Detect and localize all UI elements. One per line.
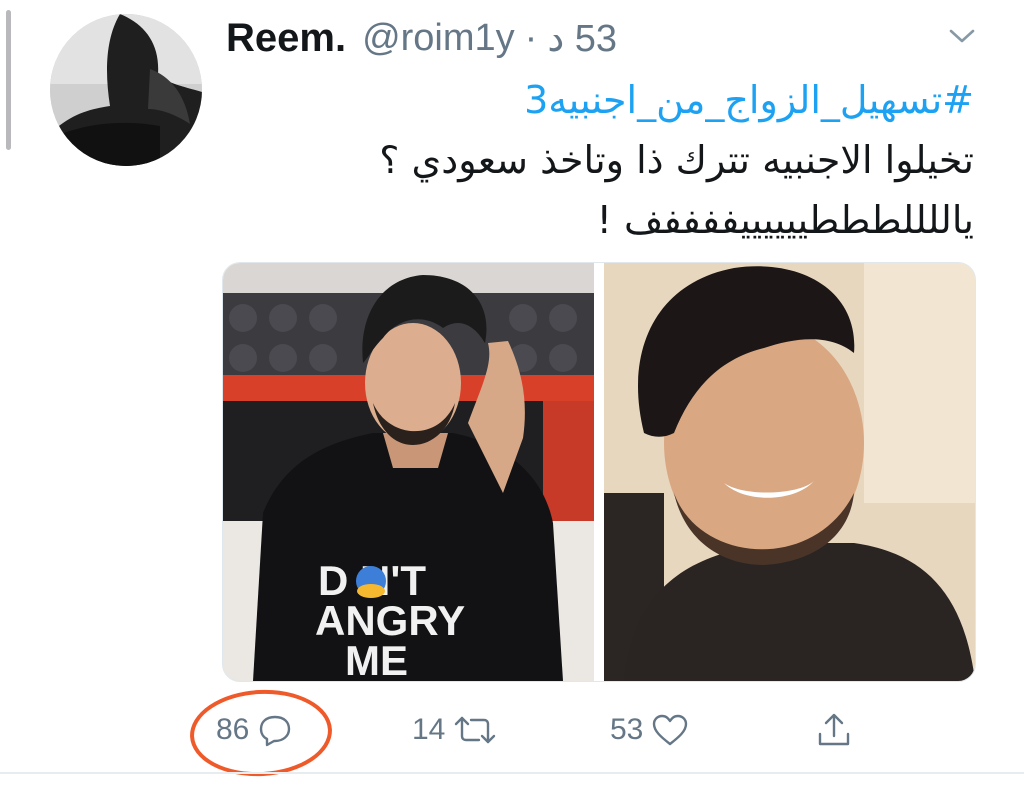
like-button[interactable]: 53 — [610, 700, 689, 760]
media-divider — [594, 263, 604, 681]
share-icon — [818, 713, 850, 746]
photo-man-smiling — [604, 263, 975, 681]
tweet-actions: 86 14 53 — [0, 700, 1024, 760]
media-grid: D N'T ANGRY ME — [222, 262, 976, 682]
retweet-count: 14 — [412, 713, 446, 746]
share-button[interactable] — [814, 700, 854, 760]
retweet-button[interactable]: 14 — [412, 700, 497, 760]
tweet-divider — [0, 772, 1024, 774]
shirt-text-line-3: ME — [345, 637, 408, 681]
tweet-text-line-2: ياللللطططييييييففففف ! — [596, 198, 974, 242]
tweet-text-line-1: تخيلوا الاجنبيه تترك ذا وتاخذ سعودي ؟ — [379, 138, 974, 182]
photo-man-black-tshirt: D N'T ANGRY ME — [223, 263, 594, 681]
avatar-image — [50, 14, 202, 166]
display-name[interactable]: Reem. — [226, 16, 346, 61]
tweet-options-button[interactable] — [946, 20, 978, 52]
avatar[interactable] — [50, 14, 202, 166]
hashtag-link[interactable]: #تسهيل_الزواج_من_اجنبيه3 — [214, 70, 974, 130]
meta-separator: · — [524, 16, 538, 59]
tweet-screen: Reem. @roim1y · 53 د #تسهيل_الزواج_من_اج… — [0, 0, 1024, 790]
media-photo-left[interactable]: D N'T ANGRY ME — [223, 263, 594, 681]
media-photo-right[interactable] — [604, 263, 975, 681]
retweet-icon — [455, 716, 496, 744]
heart-icon — [653, 714, 688, 746]
timestamp[interactable]: 53 د — [547, 16, 617, 61]
user-handle[interactable]: @roim1y — [362, 17, 515, 60]
chevron-down-icon — [949, 29, 975, 43]
tweet-body: #تسهيل_الزواج_من_اجنبيه3 تخيلوا الاجنبيه… — [214, 70, 974, 250]
tweet-header: Reem. @roim1y · 53 د — [226, 12, 617, 64]
like-count: 53 — [610, 713, 644, 746]
scroll-indicator[interactable] — [6, 10, 11, 150]
